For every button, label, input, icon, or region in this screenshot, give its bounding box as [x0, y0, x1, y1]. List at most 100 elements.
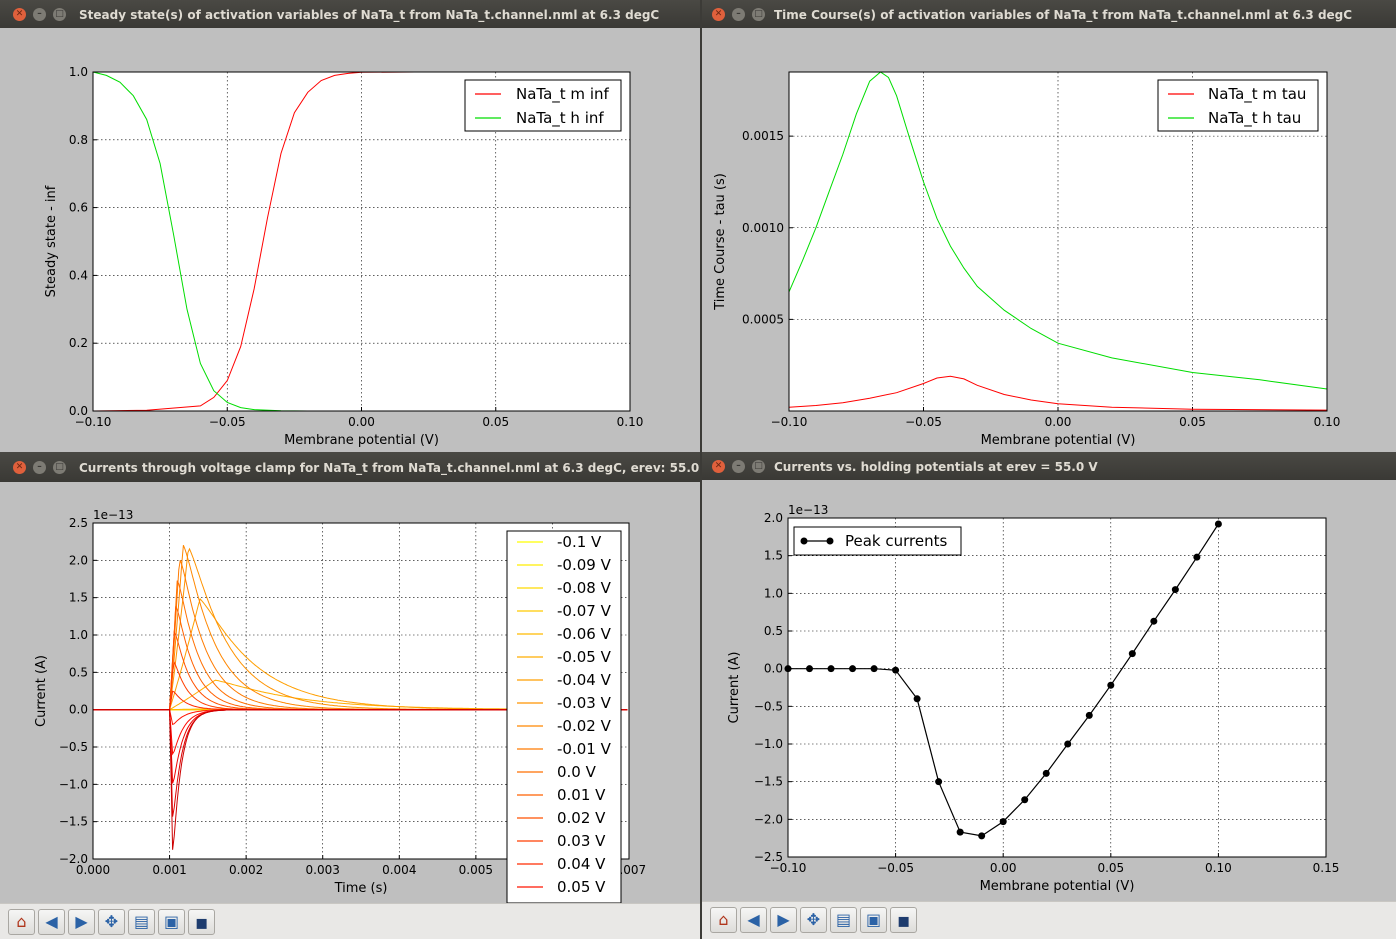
data-point: [1171, 586, 1179, 594]
maximize-icon[interactable]: □: [53, 8, 66, 21]
back-button[interactable]: ◀: [740, 907, 767, 933]
close-icon[interactable]: ✕: [13, 461, 26, 474]
x-tick-label: 0.002: [229, 863, 263, 877]
y-tick-label: −0.5: [59, 740, 88, 754]
window-steady-state: ✕ – □ Steady state(s) of activation vari…: [0, 0, 700, 452]
legend-marker: [826, 537, 834, 545]
y-tick-label: 1.0: [69, 628, 88, 642]
x-tick-label: −0.05: [905, 415, 942, 429]
data-point: [1214, 520, 1222, 528]
axis-offset-text: 1e−13: [788, 503, 828, 517]
data-point: [978, 832, 986, 840]
steady-state-chart: −0.10 −0.05 0.00 0.05 0.100.00.20.40.60.81.0…: [44, 65, 644, 448]
titlebar[interactable]: ✕ – □ Currents vs. holding potentials at…: [702, 452, 1396, 480]
home-button[interactable]: ⌂: [710, 907, 737, 933]
forward-button[interactable]: ▶: [770, 907, 797, 933]
y-tick-label: 0.4: [69, 268, 88, 282]
x-tick-label: 0.05: [1179, 415, 1206, 429]
minimize-icon[interactable]: –: [732, 460, 745, 473]
minimize-icon[interactable]: –: [732, 8, 745, 21]
data-point: [999, 818, 1007, 826]
x-tick-label: 0.00: [1045, 415, 1072, 429]
data-point: [1085, 711, 1093, 719]
window-voltage-clamp: ✕ – □ Currents through voltage clamp for…: [0, 452, 700, 939]
plot-area: [788, 518, 1326, 857]
save-icon: ▪: [896, 908, 911, 932]
x-axis-label: Membrane potential (V): [284, 433, 439, 448]
zoom-rect-button[interactable]: ▣: [158, 909, 185, 935]
data-point: [892, 666, 900, 674]
close-icon[interactable]: ✕: [13, 8, 26, 21]
x-tick-label: 0.05: [1097, 861, 1124, 875]
zoom-rect-button[interactable]: ▣: [860, 907, 887, 933]
plot-canvas[interactable]: −0.10 −0.05 0.00 0.05 0.10 0.0005 0.0010 0.0015…: [702, 28, 1396, 452]
titlebar[interactable]: ✕ – □ Time Course(s) of activation varia…: [702, 0, 1396, 28]
plot-canvas[interactable]: 0.0000.0010.0020.0030.0040.0050.0060.007…: [0, 482, 700, 903]
legend-label: -0.1 V: [557, 533, 602, 551]
data-point: [1021, 796, 1029, 804]
data-point: [913, 695, 921, 703]
legend-label: -0.07 V: [557, 602, 612, 620]
plot-canvas[interactable]: −0.10 −0.05 0.00 0.05 0.10 0.15 −2.5 −2.0 −1.5 −1…: [702, 480, 1396, 901]
legend-label: -0.08 V: [557, 579, 612, 597]
y-tick-label: 1.5: [764, 549, 783, 563]
y-tick-label: 2.0: [764, 511, 783, 525]
save-button[interactable]: ▪: [890, 907, 917, 933]
y-axis-label: Current (A): [727, 652, 742, 724]
y-tick-label: −0.5: [754, 699, 783, 713]
legend-label: -0.06 V: [557, 625, 612, 643]
window-peak-currents: ✕ – □ Currents vs. holding potentials at…: [702, 452, 1396, 939]
window-title: Currents vs. holding potentials at erev …: [774, 460, 1098, 474]
legend-label: NaTa_t h tau: [1208, 109, 1301, 128]
forward-button[interactable]: ▶: [68, 909, 95, 935]
axis-offset-text: 1e−13: [93, 508, 133, 522]
legend-label: NaTa_t h inf: [516, 109, 604, 128]
subplots-button[interactable]: ▤: [128, 909, 155, 935]
navigation-toolbar: ⌂ ◀ ▶ ✥ ▤ ▣ ▪: [702, 901, 1396, 939]
y-tick-label: −1.0: [59, 777, 88, 791]
y-tick-label: 0.0010: [742, 221, 784, 235]
pan-button[interactable]: ✥: [800, 907, 827, 933]
titlebar[interactable]: ✕ – □ Steady state(s) of activation vari…: [0, 0, 700, 28]
home-icon: ⌂: [718, 910, 729, 929]
back-icon: ◀: [45, 912, 58, 931]
x-tick-label: 0.003: [306, 863, 340, 877]
legend-label: -0.05 V: [557, 648, 612, 666]
x-tick-label: 0.10: [617, 415, 644, 429]
maximize-icon[interactable]: □: [752, 460, 765, 473]
home-button[interactable]: ⌂: [8, 909, 35, 935]
subplots-button[interactable]: ▤: [830, 907, 857, 933]
legend-marker: [800, 537, 808, 545]
y-tick-label: −1.0: [754, 737, 783, 751]
voltage-clamp-chart: 0.0000.0010.0020.0030.0040.0050.0060.007…: [34, 508, 646, 903]
x-tick-label: 0.004: [382, 863, 416, 877]
close-icon[interactable]: ✕: [712, 8, 725, 21]
maximize-icon[interactable]: □: [53, 461, 66, 474]
x-tick-label: 0.05: [482, 415, 509, 429]
x-tick-label: −0.10: [771, 415, 808, 429]
x-axis-label: Time (s): [334, 881, 388, 896]
maximize-icon[interactable]: □: [752, 8, 765, 21]
legend-label: 0.02 V: [557, 809, 606, 827]
close-icon[interactable]: ✕: [712, 460, 725, 473]
y-tick-label: 2.5: [69, 516, 88, 530]
data-point: [1193, 553, 1201, 561]
pan-button[interactable]: ✥: [98, 909, 125, 935]
plot-canvas[interactable]: −0.10 −0.05 0.00 0.05 0.10 0.0 0.2 0.4 0.6 0.8 1.0…: [0, 28, 700, 452]
legend-label: NaTa_t m inf: [516, 85, 609, 104]
y-tick-label: 0.5: [69, 665, 88, 679]
x-tick-label: 0.001: [152, 863, 186, 877]
save-button[interactable]: ▪: [188, 909, 215, 935]
titlebar[interactable]: ✕ – □ Currents through voltage clamp for…: [0, 452, 700, 482]
y-tick-label: 1.0: [764, 586, 783, 600]
minimize-icon[interactable]: –: [33, 461, 46, 474]
y-tick-label: 0.8: [69, 133, 88, 147]
y-tick-label: 0.0: [764, 662, 783, 676]
window-title: Currents through voltage clamp for NaTa_…: [79, 461, 700, 475]
x-tick-label: 0.10: [1205, 861, 1232, 875]
back-button[interactable]: ◀: [38, 909, 65, 935]
peak-currents-chart: −0.10 −0.05 0.00 0.05 0.10 0.15−2.5−2.0−1.5−1…: [727, 503, 1339, 894]
minimize-icon[interactable]: –: [33, 8, 46, 21]
legend-label: Peak currents: [845, 532, 947, 550]
y-tick-label: 0.0015: [742, 129, 784, 143]
